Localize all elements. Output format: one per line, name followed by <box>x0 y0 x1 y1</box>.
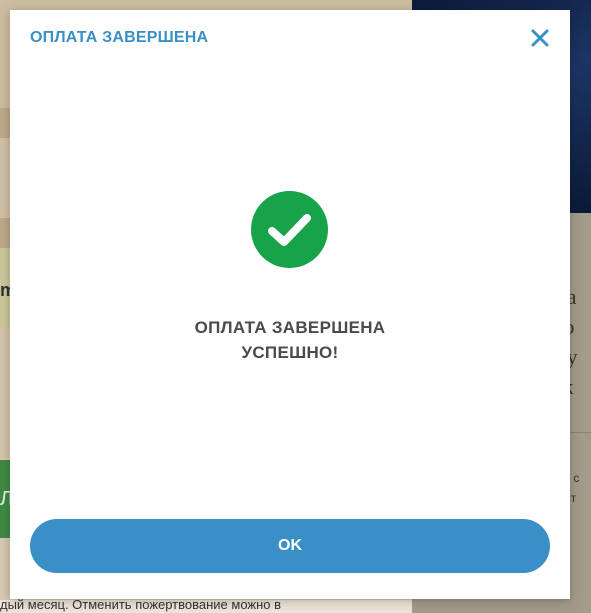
close-button[interactable] <box>528 26 552 50</box>
success-message-line: УСПЕШНО! <box>241 343 339 362</box>
ok-button[interactable]: OK <box>30 519 550 573</box>
payment-complete-dialog: ОПЛАТА ЗАВЕРШЕНА ОПЛАТА ЗАВЕРШЕНА УСПЕШН… <box>10 10 570 599</box>
close-icon <box>531 29 549 47</box>
success-message: ОПЛАТА ЗАВЕРШЕНА УСПЕШНО! <box>10 315 570 365</box>
dialog-title: ОПЛАТА ЗАВЕРШЕНА <box>30 29 209 46</box>
success-message-line: ОПЛАТА ЗАВЕРШЕНА <box>194 318 386 337</box>
check-circle-icon <box>251 191 328 268</box>
